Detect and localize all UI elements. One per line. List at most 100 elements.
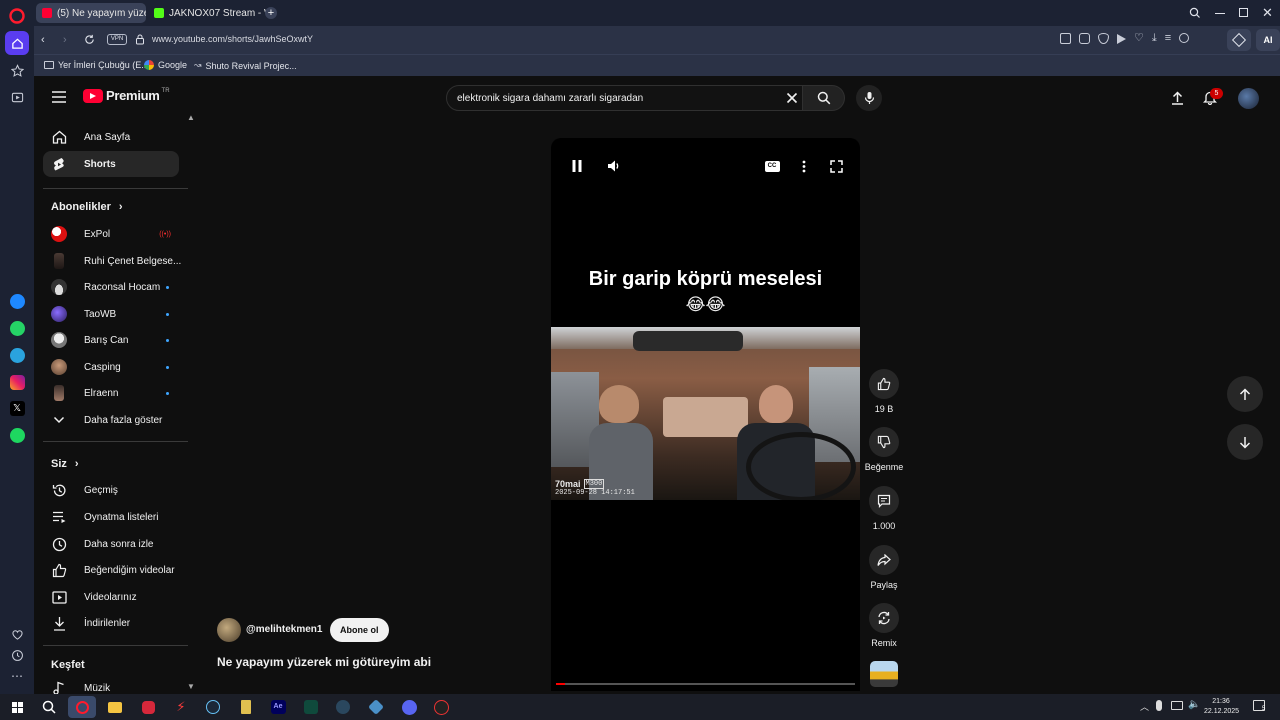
downloads-icon[interactable]: ⤓ — [1152, 33, 1157, 44]
pause-button[interactable] — [567, 156, 587, 176]
x-twitter-icon[interactable]: 𝕏 — [5, 396, 29, 420]
sound-thumbnail[interactable] — [870, 661, 898, 687]
account-avatar[interactable] — [1238, 88, 1259, 109]
telegram-icon[interactable] — [5, 343, 29, 367]
sidebar-item-liked[interactable]: Beğendiğim videolar — [43, 557, 179, 583]
captions-button[interactable]: CC — [762, 156, 782, 176]
opera-logo-icon[interactable] — [5, 4, 29, 28]
taskbar-discord-icon[interactable] — [400, 698, 418, 716]
channel-handle[interactable]: @melihtekmen1 — [246, 624, 322, 635]
sidebar-sub-raconsal[interactable]: Raconsal Hocam — [43, 274, 179, 300]
home-rail-icon[interactable] — [5, 31, 29, 55]
tray-volume-icon[interactable]: 🔈 — [1188, 699, 1200, 710]
tray-mic-icon[interactable] — [1156, 700, 1162, 711]
bookmark-shuto[interactable]: ↝ Shuto Revival Projec... — [194, 60, 297, 71]
heart-icon[interactable]: ♡ — [1134, 33, 1144, 44]
menu-icon[interactable]: ≡ — [1165, 33, 1171, 44]
previous-short-button[interactable] — [1227, 376, 1263, 412]
minimize-button[interactable] — [1215, 13, 1225, 14]
taskbar-book-icon[interactable] — [237, 698, 255, 716]
messenger-icon[interactable] — [5, 289, 29, 313]
taskbar-opera-icon[interactable] — [68, 696, 96, 718]
tab-youtube[interactable]: (5) Ne yapayım yüzere — [36, 3, 146, 23]
reload-icon[interactable] — [84, 34, 95, 45]
taskbar-steam-icon[interactable] — [204, 698, 222, 716]
taskbar-search-icon[interactable] — [40, 698, 58, 716]
comments-button[interactable] — [869, 486, 899, 516]
more-options-icon[interactable] — [794, 156, 814, 176]
sidebar-sub-baris[interactable]: Barış Can — [43, 327, 179, 353]
bookmark-folder[interactable]: Yer İmleri Çubuğu (E... — [44, 60, 149, 70]
tab-jaknox[interactable]: JAKNOX07 Stream - Watc — [148, 3, 266, 23]
shield-icon[interactable] — [1098, 33, 1109, 44]
subscriptions-header[interactable]: Abonelikler › — [51, 201, 123, 213]
taskbar-explorer-icon[interactable] — [106, 698, 124, 716]
like-action[interactable]: 19 B — [864, 369, 904, 414]
whatsapp-icon[interactable] — [5, 316, 29, 340]
sidebar-item-shorts[interactable]: Shorts — [43, 151, 179, 177]
sidebar-item-home[interactable]: Ana Sayfa — [43, 124, 179, 150]
bookmark-google[interactable]: Google — [144, 60, 187, 70]
spotify-icon[interactable] — [5, 423, 29, 447]
back-button[interactable]: ‹ — [41, 34, 45, 46]
show-more-button[interactable]: Daha fazla göster — [43, 407, 179, 433]
upload-icon[interactable] — [1171, 91, 1184, 105]
more-rail-icon[interactable]: ⋯ — [5, 664, 29, 688]
player-rail-icon[interactable] — [5, 85, 29, 109]
url-field[interactable]: www.youtube.com/shorts/JawhSeOxwtY — [152, 34, 313, 44]
vpn-badge[interactable]: VPN — [107, 34, 127, 45]
sidebar-scroll-down-icon[interactable]: ▼ — [187, 682, 195, 691]
tray-clock[interactable]: 21:36 22.12.2025 — [1204, 697, 1239, 717]
aria-ai-button[interactable]: AI — [1256, 29, 1280, 51]
tray-chevron-up-icon[interactable]: ︿ — [1140, 700, 1149, 713]
subscribe-button[interactable]: Abone ol — [330, 618, 389, 642]
edit-icon[interactable] — [1060, 33, 1071, 44]
sidebar-sub-casping[interactable]: Casping — [43, 354, 179, 380]
extensions-icon[interactable] — [1227, 29, 1251, 51]
forward-button[interactable]: › — [63, 34, 67, 46]
like-button[interactable] — [869, 369, 899, 399]
pinboard-icon[interactable] — [5, 58, 29, 82]
taskbar-aftereffects-icon[interactable]: Ae — [269, 698, 287, 716]
tab-search-icon[interactable] — [1189, 7, 1201, 19]
share-button[interactable] — [869, 545, 899, 575]
maximize-button[interactable] — [1239, 8, 1248, 17]
sidebar-item-watch-later[interactable]: Daha sonra izle — [43, 531, 179, 557]
taskbar-bolt-icon[interactable]: ⚡ — [172, 698, 190, 716]
dislike-action[interactable]: Beğenme — [864, 427, 904, 472]
instagram-icon[interactable] — [5, 370, 29, 394]
sidebar-sub-elraenn[interactable]: Elraenn — [43, 380, 179, 406]
camera-icon[interactable] — [1079, 33, 1090, 44]
video-progress-bar[interactable] — [556, 683, 855, 685]
taskbar-network-app-icon[interactable] — [367, 698, 385, 716]
close-window-button[interactable]: ✕ — [1262, 5, 1273, 21]
sidebar-sub-expol[interactable]: ExPol ((•)) — [43, 221, 179, 247]
share-action[interactable]: Paylaş — [864, 545, 904, 590]
sidebar-item-music[interactable]: Müzik — [43, 675, 179, 694]
clear-search-icon[interactable] — [786, 92, 798, 104]
shorts-player[interactable]: CC Bir garip köprü meselesi 😂😂 70mai M30… — [551, 138, 860, 691]
sidebar-sub-taowb[interactable]: TaoWB — [43, 301, 179, 327]
voice-search-button[interactable] — [856, 85, 882, 111]
search-button[interactable] — [803, 85, 845, 111]
sidebar-item-your-videos[interactable]: Videolarınız — [43, 584, 179, 610]
you-header[interactable]: Siz › — [51, 458, 79, 470]
sidebar-item-playlists[interactable]: Oynatma listeleri — [43, 504, 179, 530]
taskbar-chess-icon[interactable] — [432, 698, 450, 716]
windows-start-icon[interactable] — [8, 698, 26, 716]
sidebar-item-history[interactable]: Geçmiş — [43, 477, 179, 503]
tray-network-icon[interactable] — [1171, 701, 1183, 710]
remix-action[interactable]: Remix — [864, 603, 904, 648]
taskbar-code-icon[interactable] — [302, 698, 320, 716]
comments-action[interactable]: 1.000 — [864, 486, 904, 531]
sidebar-scroll-up-icon[interactable]: ▲ — [187, 113, 195, 122]
youtube-premium-logo[interactable]: Premium TR — [83, 88, 170, 103]
remix-button[interactable] — [869, 603, 899, 633]
fullscreen-icon[interactable] — [826, 156, 846, 176]
volume-button[interactable] — [603, 156, 623, 176]
search-input[interactable]: elektronik sigara dahamı zararlı sigarad… — [446, 85, 803, 111]
taskbar-app-red-icon[interactable] — [139, 698, 157, 716]
site-info-icon[interactable] — [135, 34, 145, 45]
sidebar-item-downloads[interactable]: İndirilenler — [43, 610, 179, 636]
next-short-button[interactable] — [1227, 424, 1263, 460]
